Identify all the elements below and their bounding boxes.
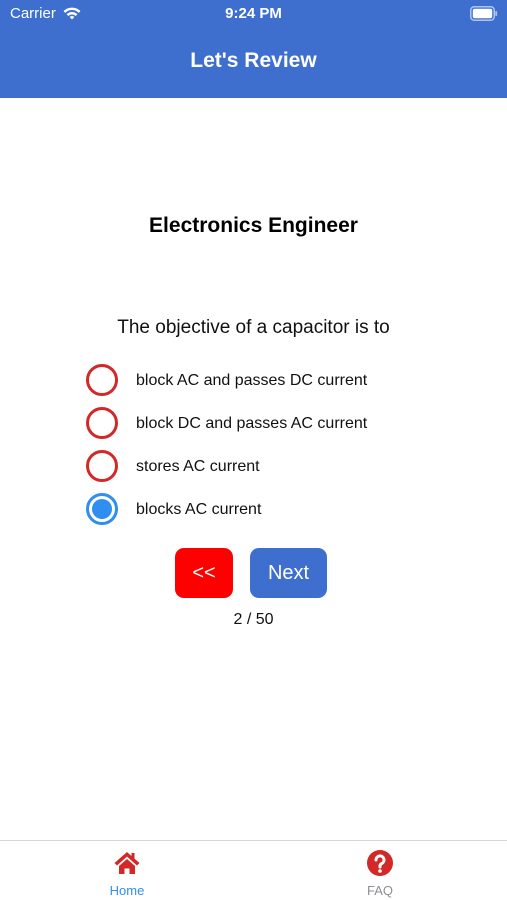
answer-label: blocks AC current xyxy=(136,501,262,518)
answer-option-4[interactable]: blocks AC current xyxy=(86,493,466,531)
tab-home[interactable]: Home xyxy=(57,841,197,900)
tab-label: FAQ xyxy=(366,883,393,898)
answer-label: block AC and passes DC current xyxy=(136,372,368,389)
answer-option-2[interactable]: block DC and passes AC current xyxy=(86,407,466,445)
status-time: 9:24 PM xyxy=(225,5,282,22)
answer-options: block AC and passes DC current block DC … xyxy=(86,364,466,536)
answer-label: block DC and passes AC current xyxy=(136,415,368,432)
question-progress: 2 / 50 xyxy=(233,611,274,628)
nav-header: Carrier 9:24 PM Let's Review xyxy=(0,0,507,98)
answer-label: stores AC current xyxy=(136,458,260,475)
previous-button[interactable]: << xyxy=(175,548,233,598)
battery-icon xyxy=(470,6,498,21)
tab-bar: Home FAQ xyxy=(0,840,507,900)
radio-button[interactable] xyxy=(86,364,118,396)
question-text: The objective of a capacitor is to xyxy=(117,317,390,338)
radio-button[interactable] xyxy=(86,450,118,482)
nav-title: Let's Review xyxy=(190,49,317,72)
radio-button-selected[interactable] xyxy=(86,493,118,525)
next-button[interactable]: Next xyxy=(250,548,327,598)
status-bar: Carrier 9:24 PM xyxy=(0,0,507,28)
radio-button[interactable] xyxy=(86,407,118,439)
answer-option-3[interactable]: stores AC current xyxy=(86,450,466,488)
app-screen: Carrier 9:24 PM Let's Review Electronics… xyxy=(0,0,507,900)
question-icon xyxy=(367,850,393,876)
quiz-title: Electronics Engineer xyxy=(149,214,358,237)
answer-option-1[interactable]: block AC and passes DC current xyxy=(86,364,466,402)
tab-label: Home xyxy=(109,883,145,898)
tab-faq[interactable]: FAQ xyxy=(310,841,450,900)
home-icon xyxy=(114,852,140,874)
